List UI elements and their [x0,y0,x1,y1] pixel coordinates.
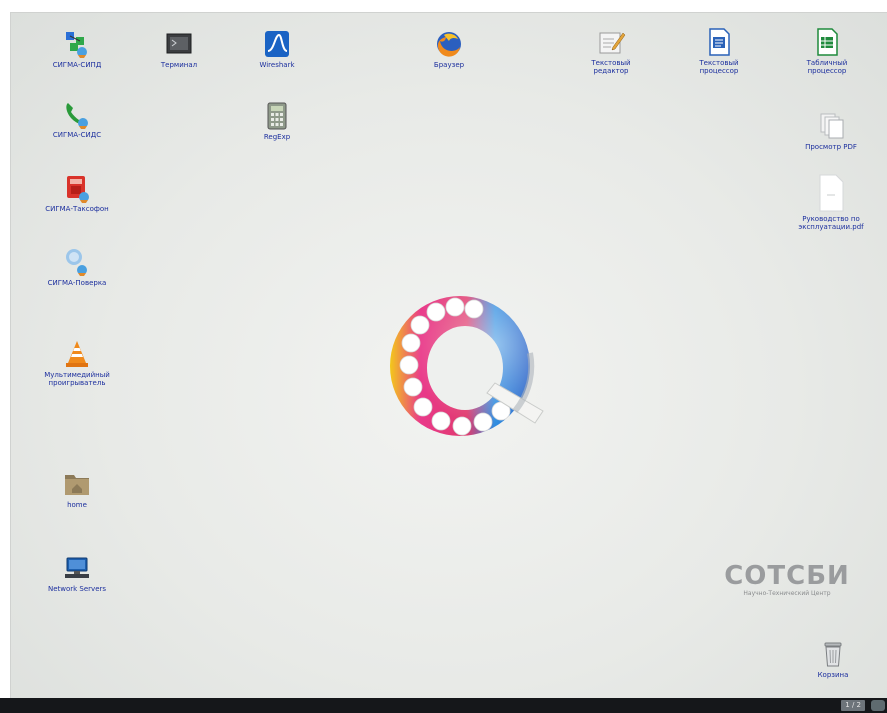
trash-icon [818,639,848,669]
desktop-icon-network-servers[interactable]: Network Servers [29,553,125,593]
desktop-icon-sigma-sipd[interactable]: СИГМА-СИПД [29,29,125,69]
workspace-pager[interactable]: 1 / 2 [841,700,865,711]
wireshark-fin-icon [262,29,292,59]
desktop-icon-word-processor[interactable]: Текстовый процессор [671,27,767,75]
desktop-icon-label: Wireshark [259,61,295,69]
terminal-icon [164,29,194,59]
verification-globe-icon [62,247,92,277]
pdf-pages-icon [816,111,846,141]
desktop-icon-label: СИГМА-СИДС [52,131,102,139]
desktop-icon-label: Просмотр PDF [805,143,857,151]
calc-spreadsheet-icon [812,27,842,57]
desktop-icon-pdf-viewer[interactable]: Просмотр PDF [783,111,879,151]
brand-name: СОТСБИ [724,561,850,591]
desktop-icon-browser[interactable]: Браузер [401,29,497,69]
desktop-icon-wireshark[interactable]: Wireshark [229,29,325,69]
pdf-file-icon [816,173,846,213]
text-editor-icon [596,27,626,57]
network-nodes-icon [62,29,92,59]
desktop-icon-label: Браузер [433,61,465,69]
desktop-icon-terminal[interactable]: Терминал [131,29,227,69]
desktop-icon-label: Мультимедийный проигрыватель [44,371,110,387]
home-folder-icon [62,469,92,499]
desktop-icon-label: Network Servers [47,585,107,593]
desktop-icon-label: Текстовый редактор [591,59,631,75]
desktop-icon-label: СИГМА-Поверка [47,279,107,287]
desktop-icon-text-editor[interactable]: Текстовый редактор [563,27,659,75]
desktop-icon-label: Терминал [160,61,198,69]
vlc-cone-icon [62,339,92,369]
desktop-icon-regexp[interactable]: RegExp [229,101,325,141]
desktop-icon-sigma-sids[interactable]: СИГМА-СИДС [29,99,125,139]
network-servers-icon [62,553,92,583]
desktop-icon-label: RegExp [263,133,291,141]
calculator-icon [262,101,292,131]
tray-icon[interactable] [871,700,885,711]
firefox-icon [434,29,464,59]
brand-subtitle: Научно-Технический Центр [743,590,831,597]
desktop-icon-label: Руководство по эксплуатации.pdf [798,215,864,231]
desktop-icon-trash[interactable]: Корзина [785,639,881,679]
desktop-icon-label: Табличный процессор [806,59,848,75]
payphone-icon [62,173,92,203]
desktop-icon-media-player[interactable]: Мультимедийный проигрыватель [29,339,125,387]
brand-block: СОТСБИ Научно-Технический Центр [717,561,857,597]
desktop-icon-label: СИГМА-СИПД [52,61,102,69]
desktop-icon-label: Текстовый процессор [699,59,739,75]
desktop-icon-spreadsheet[interactable]: Табличный процессор [779,27,875,75]
desktop-icon-label: home [67,501,87,509]
desktop-icon-manual-pdf[interactable]: Руководство по эксплуатации.pdf [783,173,879,231]
writer-document-icon [704,27,734,57]
phone-receiver-icon [62,99,92,129]
desktop-icon-home[interactable]: home [29,469,125,509]
desktop-icon-sigma-taxophone[interactable]: СИГМА-Таксофон [29,173,125,213]
rotary-dial-logo [390,296,544,436]
desktop-icon-label: Корзина [817,671,849,679]
desktop-icon-label: СИГМА-Таксофон [45,205,109,213]
taskbar: 1 / 2 [0,698,887,713]
desktop: СИГМА-СИПД Терминал Wireshark Браузер Те… [10,12,887,699]
desktop-icon-sigma-check[interactable]: СИГМА-Поверка [29,247,125,287]
